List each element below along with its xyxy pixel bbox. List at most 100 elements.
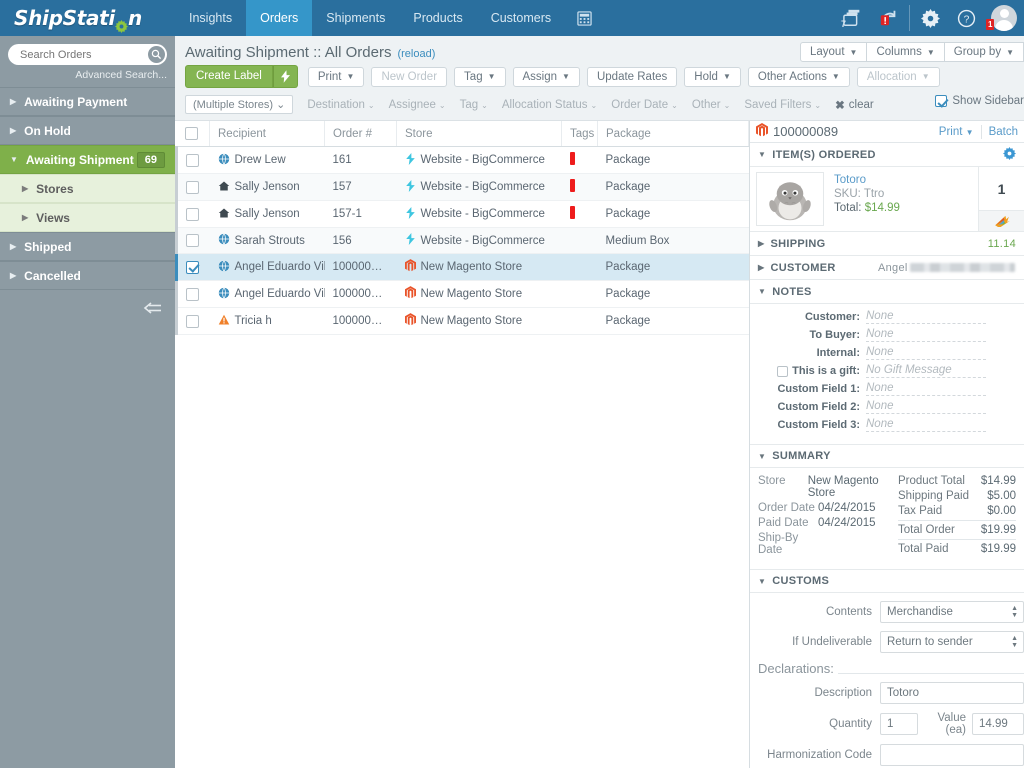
contents-select[interactable]: Merchandise ▲ ▼	[880, 601, 1024, 623]
gear-icon[interactable]	[1003, 146, 1016, 163]
package-cell[interactable]: Package	[597, 253, 749, 281]
panel-print-link[interactable]: Print ▼	[939, 126, 974, 138]
other-actions-button[interactable]: Other Actions ▼	[747, 66, 850, 87]
column-header-tags[interactable]: Tags	[561, 121, 598, 147]
package-cell[interactable]: Package	[597, 146, 749, 174]
column-header-package[interactable]: Package	[597, 121, 749, 147]
notes-section-header[interactable]: ▼ NOTES	[750, 280, 1024, 304]
nav-tab-shipments[interactable]: Shipments	[312, 0, 399, 36]
filter-other[interactable]: Other ⌄	[692, 99, 730, 111]
quantity-input[interactable]: 1	[880, 713, 918, 735]
sidebar-item-shipped[interactable]: ▶ Shipped	[0, 232, 175, 261]
order-number-cell[interactable]: 100000089	[324, 253, 397, 281]
undeliverable-select[interactable]: Return to sender ▲ ▼	[880, 631, 1024, 653]
item-name-link[interactable]: Totoro	[834, 174, 974, 186]
row-checkbox[interactable]	[186, 314, 199, 328]
filter-assignee[interactable]: Assignee ⌄	[389, 99, 446, 111]
row-checkbox[interactable]	[186, 260, 199, 274]
summary-section-header[interactable]: ▼ SUMMARY	[750, 444, 1024, 468]
sidebar-item-views[interactable]: ▶ Views	[0, 203, 175, 232]
table-row[interactable]: Angel Eduardo Vill... 100000089 New Mage…	[175, 253, 749, 281]
order-number-cell[interactable]: 100000082	[324, 307, 397, 335]
package-cell[interactable]: Package	[597, 173, 749, 201]
nav-tab-orders[interactable]: Orders	[246, 0, 313, 36]
shipping-section-header[interactable]: ▶ SHIPPING 11.14	[750, 232, 1024, 256]
advanced-search-link[interactable]: Advanced Search...	[0, 65, 175, 87]
column-header-order-number[interactable]: Order #	[324, 121, 397, 147]
filter-tag[interactable]: Tag ⌄	[460, 99, 488, 111]
app-logo[interactable]: ShipStati n	[0, 0, 175, 36]
update-rates-button[interactable]: Update Rates	[586, 66, 678, 87]
column-header-store[interactable]: Store	[396, 121, 562, 147]
filter-destination[interactable]: Destination ⌄	[307, 99, 374, 111]
create-label-button[interactable]: Create Label	[185, 65, 273, 88]
new-order-button[interactable]: New Order	[371, 66, 448, 87]
nav-tab-customers[interactable]: Customers	[477, 0, 565, 36]
sidebar-item-cancelled[interactable]: ▶ Cancelled	[0, 261, 175, 290]
column-header-recipient[interactable]: Recipient	[209, 121, 325, 147]
sync-status-icon[interactable]	[871, 0, 907, 36]
layout-button[interactable]: Layout ▼	[800, 42, 868, 62]
harmonization-input[interactable]	[880, 744, 1024, 766]
table-row[interactable]: Tricia h 100000082 New Magento Store Pac…	[175, 307, 749, 335]
print-button[interactable]: Print ▼	[307, 66, 365, 87]
table-row[interactable]: Sally Jenson 157-1 Website - BigCommerce…	[175, 200, 749, 228]
gift-message-value[interactable]: No Gift Message	[866, 364, 986, 378]
print-queue-icon[interactable]: 7	[835, 0, 871, 36]
note-value[interactable]: None	[866, 400, 986, 414]
table-row[interactable]: Angel Eduardo Vill... 100000088 New Mage…	[175, 280, 749, 308]
help-icon[interactable]: ?	[948, 0, 984, 36]
show-sidebar-toggle[interactable]: Show Sidebar	[935, 95, 1024, 107]
filter-saved-filters[interactable]: Saved Filters ⌄	[744, 99, 821, 111]
note-value[interactable]: None	[866, 346, 986, 360]
package-cell[interactable]: Medium Box	[597, 227, 749, 254]
ship-arrow-icon[interactable]	[979, 211, 1024, 231]
order-number-cell[interactable]: 157-1	[324, 200, 397, 228]
sidebar-item-on-hold[interactable]: ▶ On Hold	[0, 116, 175, 145]
note-value[interactable]: None	[866, 418, 986, 432]
row-checkbox[interactable]	[186, 287, 199, 301]
select-all-checkbox[interactable]	[184, 127, 198, 140]
note-value[interactable]: None	[866, 382, 986, 396]
order-number-cell[interactable]: 157	[324, 173, 397, 201]
sidebar-item-awaiting-shipment[interactable]: ▼ Awaiting Shipment 69	[0, 145, 175, 174]
package-cell[interactable]: Package	[597, 200, 749, 228]
nav-tab-insights[interactable]: Insights	[175, 0, 246, 36]
description-input[interactable]: Totoro	[880, 682, 1024, 704]
items-ordered-section-header[interactable]: ▼ ITEM(S) ORDERED	[750, 143, 1024, 167]
allocation-button[interactable]: Allocation ▼	[856, 66, 940, 87]
row-checkbox[interactable]	[186, 234, 199, 247]
lightning-bolt-icon[interactable]	[272, 65, 298, 88]
clear-filters-button[interactable]: ✖ clear	[835, 98, 874, 112]
avatar[interactable]: 1	[984, 0, 1024, 36]
search-icon[interactable]	[148, 46, 165, 63]
search-box[interactable]	[8, 44, 167, 65]
table-row[interactable]: Sarah Strouts 156 Website - BigCommerce …	[175, 227, 749, 254]
note-value[interactable]: None	[866, 328, 986, 342]
row-checkbox[interactable]	[186, 153, 199, 167]
customer-section-header[interactable]: ▶ CUSTOMER Angel	[750, 256, 1024, 280]
group-by-button[interactable]: Group by ▼	[944, 42, 1024, 62]
filter-order-date[interactable]: Order Date ⌄	[611, 99, 678, 111]
calculator-icon[interactable]	[565, 0, 604, 36]
package-cell[interactable]: Package	[597, 307, 749, 335]
collapse-sidebar-icon[interactable]	[0, 290, 175, 326]
sidebar-item-awaiting-payment[interactable]: ▶ Awaiting Payment	[0, 87, 175, 116]
package-cell[interactable]: Package	[597, 280, 749, 308]
assign-button[interactable]: Assign ▼	[512, 66, 580, 87]
panel-batch-link[interactable]: Batch	[989, 126, 1018, 138]
sidebar-item-stores[interactable]: ▶ Stores	[0, 174, 175, 203]
nav-tab-products[interactable]: Products	[399, 0, 476, 36]
order-number-cell[interactable]: 100000088	[324, 280, 397, 308]
order-number-cell[interactable]: 156	[324, 227, 397, 254]
search-input[interactable]	[18, 47, 143, 62]
columns-button[interactable]: Columns ▼	[867, 42, 945, 62]
value-each-input[interactable]: 14.99	[972, 713, 1024, 735]
row-checkbox[interactable]	[186, 207, 199, 221]
store-filter-chip[interactable]: (Multiple Stores) ⌄	[185, 95, 294, 114]
note-value[interactable]: None	[866, 310, 986, 324]
gift-checkbox[interactable]	[777, 365, 789, 377]
customs-section-header[interactable]: ▼ CUSTOMS	[750, 569, 1024, 593]
tag-button[interactable]: Tag ▼	[454, 66, 506, 87]
hold-button[interactable]: Hold ▼	[684, 66, 741, 87]
